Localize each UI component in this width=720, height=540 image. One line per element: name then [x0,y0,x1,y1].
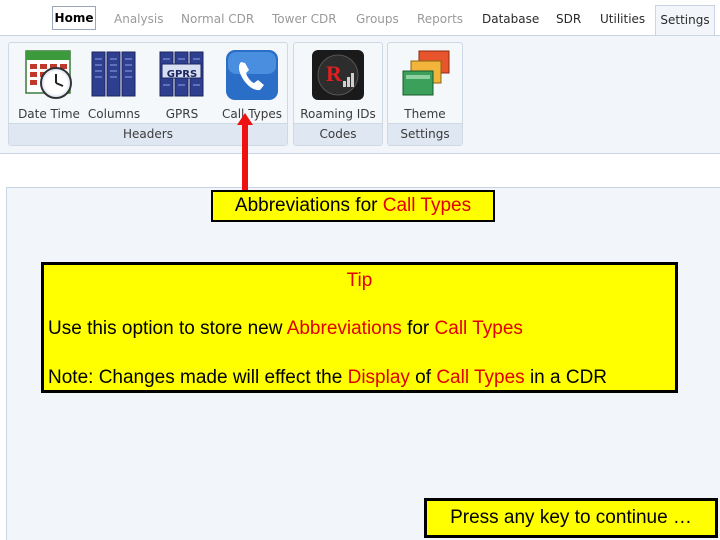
tip-line-2-part: of [409,367,437,388]
tab-database[interactable]: Database [482,12,539,26]
tip-line-2-part: Note: Changes made will effect the [48,367,348,388]
roaming-ids-label: Roaming IDs [300,107,376,121]
ribbon-tab-bar: Home Analysis Normal CDR Tower CDR Group… [0,0,720,37]
tip-box: Tip Use this option to store new Abbrevi… [41,262,678,393]
tab-groups[interactable]: Groups [356,12,399,26]
tip-line-2-keyword: Call Types [436,367,525,388]
roaming-ids-button[interactable]: R Roaming IDs [296,47,380,123]
gprs-label: GPRS [165,107,199,121]
theme-label: Theme [404,107,446,121]
tab-normal-cdr[interactable]: Normal CDR [181,12,254,26]
ribbon-group-codes: R Roaming IDs Codes [293,42,383,146]
call-types-button[interactable]: Call Types [217,47,287,123]
tip-line-1: Use this option to store new Abbreviatio… [48,318,523,340]
tip-line-1-part: for [401,318,435,339]
continue-prompt[interactable]: Press any key to continue … [424,498,718,538]
columns-icon [91,51,136,97]
tab-analysis[interactable]: Analysis [114,12,163,26]
columns-label: Columns [87,107,141,121]
calendar-clock-icon [25,50,72,99]
tip-line-2-part: in a CDR [524,367,608,388]
tip-line-1-keyword: Call Types [434,318,523,339]
columns-button[interactable]: Columns [81,47,147,123]
tip-line-1-keyword: Abbreviations [286,318,402,339]
callout-prefix: Abbreviations for [234,195,383,216]
tab-reports[interactable]: Reports [417,12,463,26]
phone-icon [226,50,278,100]
ribbon-panel: Date Time Columns GPRS GPRS Call Types H… [0,36,720,154]
tab-home[interactable]: Home [52,6,96,30]
gprs-button[interactable]: GPRS GPRS [149,47,215,123]
tab-utilities[interactable]: Utilities [600,12,645,26]
tab-settings[interactable]: Settings [655,5,715,37]
callout-highlight: Call Types [382,195,472,216]
settings-group-label: Settings [388,123,462,145]
pointer-arrow-icon [237,113,253,193]
call-types-callout: Abbreviations for Call Types [211,190,495,222]
theme-button[interactable]: Theme [390,47,460,123]
tip-line-2-keyword: Display [347,367,410,388]
theme-icon [402,50,450,96]
date-time-label: Date Time [18,107,80,121]
ribbon-group-settings: Theme Settings [387,42,463,146]
date-time-button[interactable]: Date Time [13,47,85,123]
tab-tower-cdr[interactable]: Tower CDR [272,12,337,26]
roaming-badge-letter: R [326,61,342,86]
tip-line-1-part: Use this option to store new [48,318,287,339]
gprs-badge-text: GPRS [166,69,198,80]
codes-group-label: Codes [294,123,382,145]
tab-sdr[interactable]: SDR [556,12,581,26]
tip-title: Tip [346,270,373,291]
tip-line-2: Note: Changes made will effect the Displ… [48,367,607,389]
